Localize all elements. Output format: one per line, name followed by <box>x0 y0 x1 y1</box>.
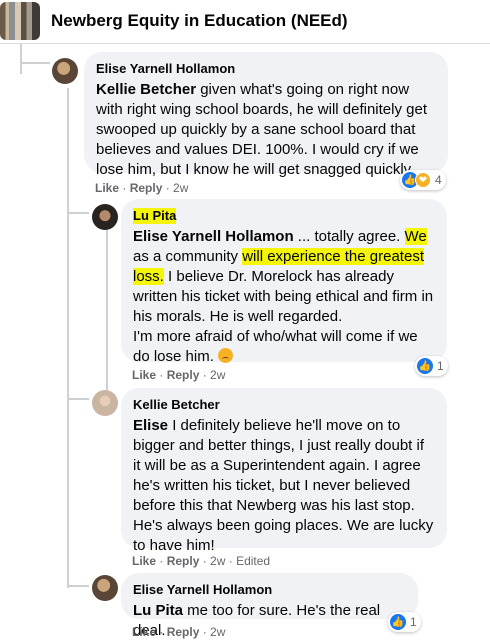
highlighted-text: We <box>404 228 427 245</box>
like-button[interactable]: Like <box>132 554 156 568</box>
comment-author[interactable]: Kellie Betcher <box>133 397 220 413</box>
like-icon: 👍 <box>390 614 406 630</box>
comment-actions: Like · Reply · 2w <box>132 368 226 382</box>
comment-bubble: Elise Yarnell Hollamon Lu Pita me too fo… <box>121 573 418 639</box>
reaction-count: 1 <box>410 615 417 629</box>
comment-bubble: Kellie Betcher Elise I definitely believ… <box>121 388 447 554</box>
mention-link[interactable]: Kellie Betcher <box>96 81 196 98</box>
avatar[interactable] <box>92 390 118 416</box>
like-button[interactable]: Like <box>95 181 119 195</box>
comment-author[interactable]: Elise Yarnell Hollamon <box>96 61 235 77</box>
comment-author[interactable]: Lu Pita <box>133 208 177 224</box>
comment-text: Elise Yarnell Hollamon ... totally agree… <box>133 228 434 365</box>
thread-branch-3 <box>67 585 89 587</box>
group-header: Newberg Equity in Education (NEEd) <box>0 0 490 44</box>
comment-timestamp[interactable]: 2w <box>210 554 225 568</box>
reply-button[interactable]: Reply <box>167 368 200 382</box>
reaction-count: 1 <box>437 359 444 373</box>
reply-button[interactable]: Reply <box>167 554 200 568</box>
like-icon: 👍 <box>417 358 433 374</box>
thread-line-top-curve <box>20 62 50 64</box>
like-button[interactable]: Like <box>132 368 156 382</box>
sad-emoji-icon <box>218 348 234 363</box>
thread-line-sub <box>106 230 108 390</box>
comment-timestamp[interactable]: 2w <box>173 181 188 195</box>
group-name[interactable]: Newberg Equity in Education (NEEd) <box>51 11 348 31</box>
edited-label: Edited <box>236 554 271 568</box>
thread-branch-1 <box>67 212 89 214</box>
comment-bubble: Elise Yarnell Hollamon Kellie Betcher gi… <box>84 52 448 178</box>
thread-line-main <box>67 88 69 588</box>
group-cover-thumbnail[interactable] <box>0 2 40 40</box>
reaction-summary[interactable]: 👍 1 <box>415 356 448 376</box>
reply-button[interactable]: Reply <box>167 625 200 639</box>
reaction-summary[interactable]: 👍 ❤ 4 <box>400 170 446 190</box>
comment-bubble: Lu Pita Elise Yarnell Hollamon ... total… <box>121 199 447 365</box>
comment-actions: Like · Reply · 2w <box>95 181 189 195</box>
reaction-summary[interactable]: 👍 1 <box>388 612 421 632</box>
comment-text: Elise I definitely believe he'll move on… <box>133 417 434 554</box>
comment-timestamp[interactable]: 2w <box>210 625 225 639</box>
reaction-count: 4 <box>435 173 442 187</box>
thread-line-top <box>20 44 22 74</box>
avatar[interactable] <box>52 58 78 84</box>
mention-link[interactable]: Elise Yarnell Hollamon <box>133 228 294 245</box>
like-button[interactable]: Like <box>132 625 156 639</box>
avatar[interactable] <box>92 575 118 601</box>
comment-actions: Like · Reply · 2w <box>132 625 226 639</box>
comment-actions: Like · Reply · 2w · Edited <box>132 554 271 568</box>
avatar[interactable] <box>92 204 118 230</box>
comment-text: Kellie Betcher given what's going on rig… <box>96 81 428 178</box>
care-icon: ❤ <box>415 172 431 188</box>
comment-author[interactable]: Elise Yarnell Hollamon <box>133 582 272 598</box>
mention-link[interactable]: Elise <box>133 417 168 434</box>
comment-timestamp[interactable]: 2w <box>210 368 225 382</box>
mention-link[interactable]: Lu Pita <box>133 602 183 619</box>
thread-branch-2 <box>67 398 89 400</box>
reply-button[interactable]: Reply <box>130 181 163 195</box>
